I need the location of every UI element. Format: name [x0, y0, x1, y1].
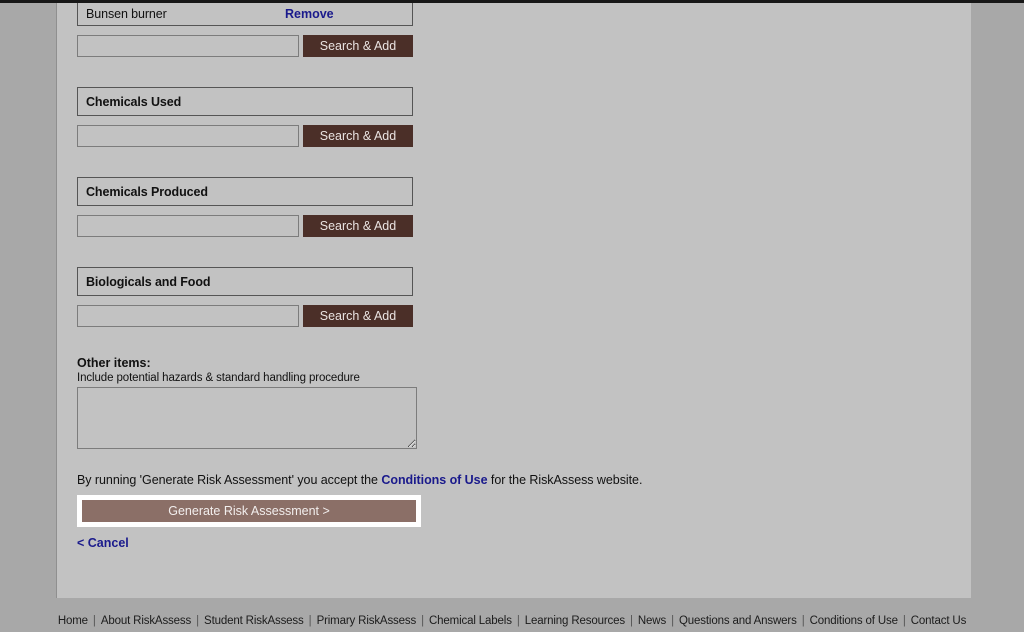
footer-link-about-riskassess[interactable]: About RiskAssess — [101, 615, 191, 627]
biologicals-search-add-button[interactable]: Search & Add — [303, 305, 413, 327]
section-chemicals-produced: Chemicals Produced Search & Add — [77, 177, 937, 237]
footer-separator: | — [89, 615, 99, 627]
other-items-title: Other items: — [77, 356, 151, 370]
footer-link-contact-us[interactable]: Contact Us — [911, 615, 967, 627]
footer-separator: | — [668, 615, 677, 627]
footer-separator: | — [798, 615, 808, 627]
cancel-link[interactable]: < Cancel — [77, 536, 129, 550]
footer-separator: | — [513, 615, 523, 627]
equipment-search-row: Search & Add — [77, 35, 937, 57]
content-column: Bunsen burner Remove Search & Add Chemic… — [56, 3, 971, 598]
remove-item-link[interactable]: Remove — [285, 7, 334, 21]
chemicals-produced-search-add-button[interactable]: Search & Add — [303, 215, 413, 237]
generate-risk-assessment-button[interactable]: Generate Risk Assessment > — [82, 500, 416, 522]
section-chemicals-used: Chemicals Used Search & Add — [77, 87, 937, 147]
chemicals-produced-search-row: Search & Add — [77, 215, 937, 237]
other-items-section: Other items: Include potential hazards &… — [77, 356, 937, 449]
conditions-of-use-link[interactable]: Conditions of Use — [381, 473, 487, 487]
footer-separator: | — [193, 615, 203, 627]
conditions-text-after: for the RiskAssess website. — [487, 473, 643, 487]
generate-button-focus-frame: Generate Risk Assessment > — [77, 495, 421, 527]
section-header-biologicals-and-food: Biologicals and Food — [77, 267, 413, 296]
chemicals-used-search-row: Search & Add — [77, 125, 937, 147]
conditions-of-use-statement: By running 'Generate Risk Assessment' yo… — [77, 473, 937, 487]
footer-link-student-riskassess[interactable]: Student RiskAssess — [204, 615, 304, 627]
chemicals-used-search-input[interactable] — [77, 125, 299, 147]
biologicals-search-input[interactable] — [77, 305, 299, 327]
section-header-chemicals-produced: Chemicals Produced — [77, 177, 413, 206]
section-header-chemicals-used: Chemicals Used — [77, 87, 413, 116]
risk-assessment-form: Bunsen burner Remove Search & Add Chemic… — [77, 3, 937, 552]
conditions-text-before: By running 'Generate Risk Assessment' yo… — [77, 473, 382, 487]
other-items-textarea[interactable] — [77, 387, 417, 449]
footer-separator: | — [626, 615, 636, 627]
biologicals-search-row: Search & Add — [77, 305, 937, 327]
footer-link-primary-riskassess[interactable]: Primary RiskAssess — [317, 615, 417, 627]
footer-separator: | — [305, 615, 315, 627]
footer-link-learning-resources[interactable]: Learning Resources — [525, 615, 625, 627]
footer-link-chemical-labels[interactable]: Chemical Labels — [429, 615, 512, 627]
chemicals-used-search-add-button[interactable]: Search & Add — [303, 125, 413, 147]
footer-link-conditions-of-use[interactable]: Conditions of Use — [810, 615, 898, 627]
other-items-subtitle: Include potential hazards & standard han… — [77, 372, 360, 384]
footer-nav: Home | About RiskAssess | Student RiskAs… — [0, 615, 1024, 627]
footer-link-questions-and-answers[interactable]: Questions and Answers — [679, 615, 797, 627]
footer-separator: | — [899, 615, 909, 627]
page-background: Bunsen burner Remove Search & Add Chemic… — [0, 3, 1024, 632]
equipment-search-input[interactable] — [77, 35, 299, 57]
footer-link-home[interactable]: Home — [58, 615, 88, 627]
selected-item-label: Bunsen burner — [86, 7, 167, 21]
footer-link-news[interactable]: News — [638, 615, 666, 627]
equipment-search-add-button[interactable]: Search & Add — [303, 35, 413, 57]
selected-item-row: Bunsen burner Remove — [77, 3, 413, 26]
chemicals-produced-search-input[interactable] — [77, 215, 299, 237]
footer-separator: | — [418, 615, 428, 627]
section-biologicals-and-food: Biologicals and Food Search & Add — [77, 267, 937, 327]
